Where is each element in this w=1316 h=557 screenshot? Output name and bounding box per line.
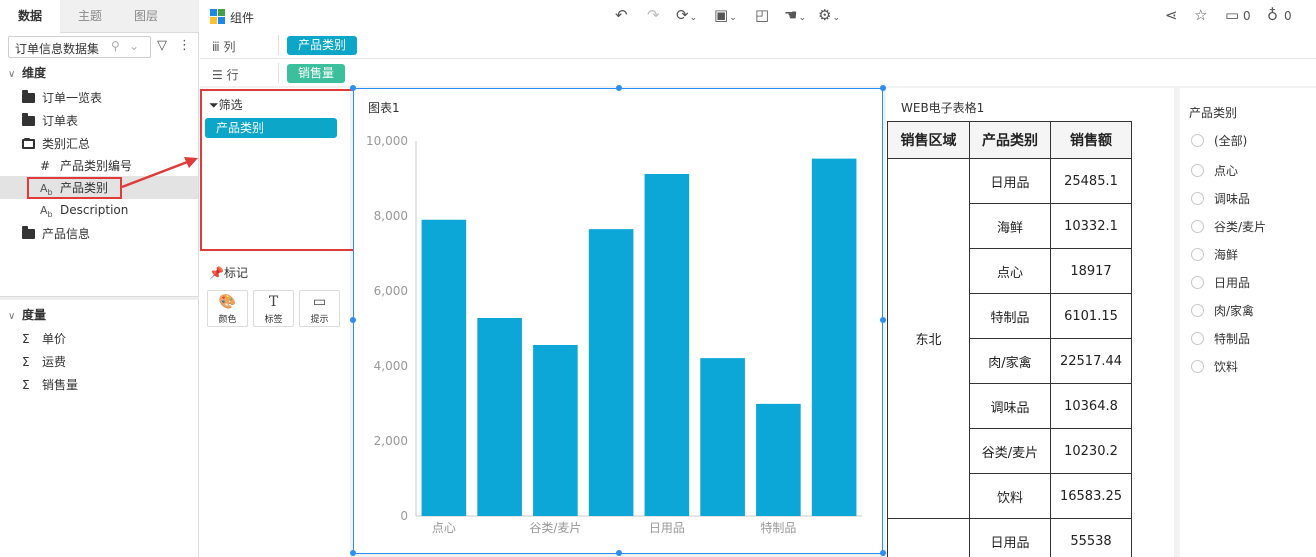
radio-icon[interactable]	[1191, 192, 1204, 205]
chart-bar[interactable]	[811, 158, 857, 516]
chart-bar[interactable]	[421, 219, 467, 516]
category-cell[interactable]: 日用品	[969, 518, 1051, 557]
sales-cell[interactable]: 16583.25	[1050, 473, 1132, 519]
category-cell[interactable]: 日用品	[969, 158, 1051, 204]
radio-icon[interactable]	[1191, 134, 1204, 147]
y-tick-label: 4,000	[374, 359, 408, 373]
category-cell[interactable]: 谷类/麦片	[969, 428, 1051, 474]
radio-icon[interactable]	[1191, 304, 1204, 317]
x-tick-label: 点心	[432, 521, 456, 535]
radio-icon[interactable]	[1191, 360, 1204, 373]
spreadsheet-title: WEB电子表格1	[901, 101, 985, 115]
chart-bar[interactable]	[588, 229, 634, 516]
radio-option[interactable]: 特制品	[1191, 331, 1250, 347]
region-cell[interactable]	[887, 518, 970, 557]
sales-cell[interactable]: 10332.1	[1050, 203, 1132, 249]
radio-option[interactable]: 谷类/麦片	[1191, 219, 1266, 235]
radio-icon[interactable]	[1191, 164, 1204, 177]
chart-bar[interactable]	[700, 358, 745, 516]
y-tick-label: 8,000	[374, 209, 408, 223]
radio-option-all[interactable]: (全部)	[1191, 133, 1247, 149]
chart-bar[interactable]	[644, 174, 690, 516]
sales-cell[interactable]: 18917	[1050, 248, 1132, 294]
table-header-row: 销售区域 产品类别 销售额	[887, 121, 1132, 159]
sales-cell[interactable]: 6101.15	[1050, 293, 1132, 339]
radio-option[interactable]: 日用品	[1191, 275, 1250, 291]
resize-handle[interactable]	[616, 85, 622, 91]
radio-option[interactable]: 海鲜	[1191, 247, 1238, 263]
list-filter-title: 产品类别	[1189, 106, 1238, 120]
category-cell[interactable]: 特制品	[969, 293, 1051, 339]
chart-widget[interactable]: 图表1 0 2,000 4,000 6,000 8,000 10,000 点心 谷类/麦片 日用…	[353, 88, 883, 554]
bar-chart: 0 2,000 4,000 6,000 8,000 10,000 点心 谷类/麦片 日用品 特制品	[366, 134, 862, 535]
radio-option[interactable]: 肉/家禽	[1191, 303, 1254, 319]
radio-option[interactable]: 点心	[1191, 163, 1238, 179]
column-header[interactable]: 销售额	[1050, 121, 1132, 159]
radio-icon[interactable]	[1191, 276, 1204, 289]
category-cell[interactable]: 点心	[969, 248, 1051, 294]
sales-cell[interactable]: 25485.1	[1050, 158, 1132, 204]
sales-cell[interactable]: 55538	[1050, 518, 1132, 557]
sales-cell[interactable]: 22517.44	[1050, 338, 1132, 384]
sales-table: 销售区域 产品类别 销售额 东北 日用品 25485.1 海鲜 10332.1 …	[887, 121, 1132, 557]
y-tick-label: 0	[400, 509, 408, 523]
chart-bar[interactable]	[533, 345, 578, 516]
region-cell[interactable]: 东北	[887, 158, 970, 519]
column-header[interactable]: 产品类别	[969, 121, 1051, 159]
radio-option[interactable]: 调味品	[1191, 191, 1250, 207]
resize-handle[interactable]	[350, 317, 356, 323]
table-row: 东北 日用品 25485.1	[887, 158, 1132, 519]
resize-handle[interactable]	[350, 550, 356, 556]
category-cell[interactable]: 海鲜	[969, 203, 1051, 249]
y-tick-label: 10,000	[366, 134, 408, 148]
table-row: 日用品 55538	[887, 518, 1132, 557]
y-tick-label: 2,000	[374, 434, 408, 448]
spreadsheet-widget[interactable]: WEB电子表格1 销售区域 产品类别 销售额 东北 日用品 25485.1 海鲜…	[886, 88, 1174, 557]
resize-handle[interactable]	[616, 550, 622, 556]
x-tick-label: 特制品	[760, 520, 796, 535]
list-filter-widget[interactable]: 产品类别 (全部) 点心 调味品 谷类/麦片 海鲜 日用品 肉/家禽 特制品 饮…	[1180, 88, 1316, 557]
radio-icon[interactable]	[1191, 220, 1204, 233]
radio-option[interactable]: 饮料	[1191, 359, 1238, 375]
sales-cell[interactable]: 10364.8	[1050, 383, 1132, 429]
radio-icon[interactable]	[1191, 248, 1204, 261]
chart-bar[interactable]	[756, 403, 801, 516]
x-tick-label: 日用品	[649, 521, 685, 535]
y-tick-label: 6,000	[374, 284, 408, 298]
category-cell[interactable]: 饮料	[969, 473, 1051, 519]
radio-icon[interactable]	[1191, 332, 1204, 345]
sales-cell[interactable]: 10230.2	[1050, 428, 1132, 474]
x-tick-label: 谷类/麦片	[529, 521, 581, 535]
chart-bar[interactable]	[477, 318, 522, 516]
column-header[interactable]: 销售区域	[887, 121, 970, 159]
category-cell[interactable]: 肉/家禽	[969, 338, 1051, 384]
category-cell[interactable]: 调味品	[969, 383, 1051, 429]
resize-handle[interactable]	[350, 85, 356, 91]
